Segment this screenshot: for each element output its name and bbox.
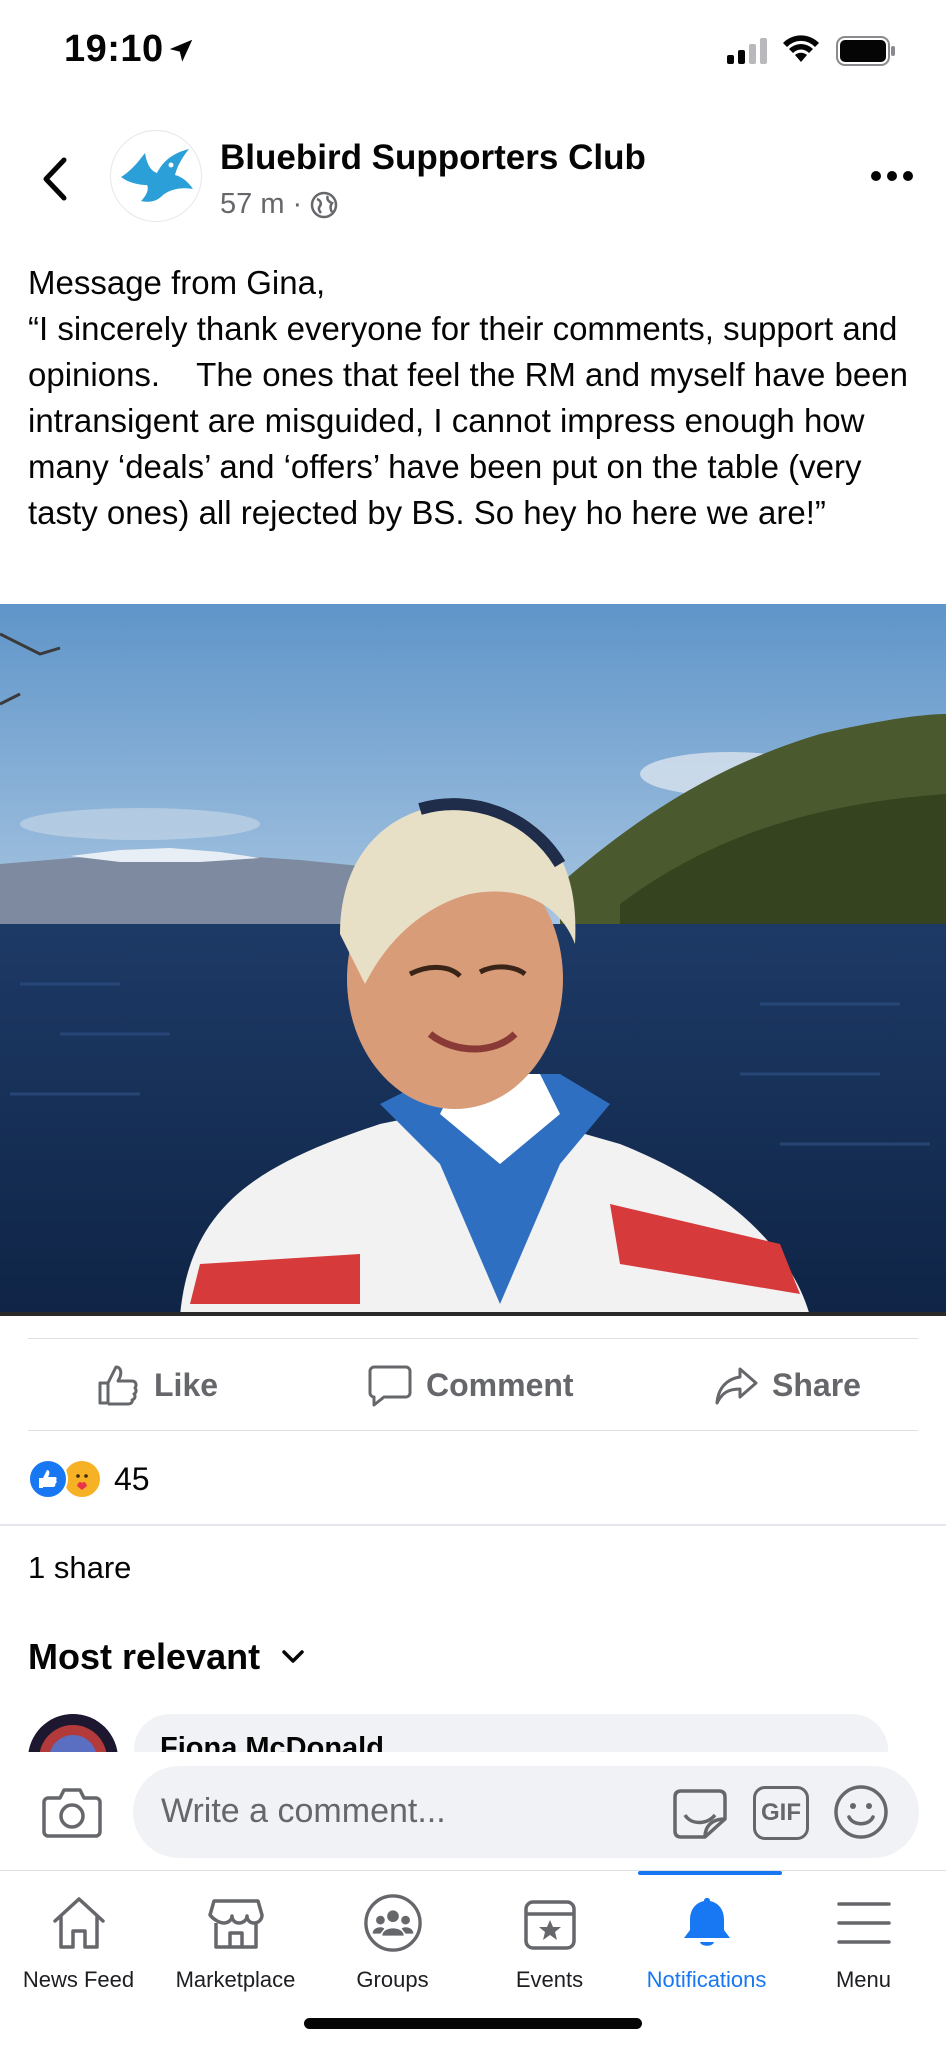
nav-marketplace[interactable]: Marketplace [157,1871,314,2001]
hamburger-icon [836,1902,891,1944]
wifi-icon [783,35,819,62]
thumbs-up-icon [98,1365,138,1406]
page-avatar[interactable] [110,130,202,222]
comment-input[interactable]: Write a comment... GIF [133,1766,919,1858]
home-icon [52,1897,105,1949]
post-time[interactable]: 57 m [220,188,284,221]
more-options-icon[interactable] [870,166,914,186]
share-count[interactable]: 1 share [28,1550,131,1586]
like-label: Like [154,1366,219,1403]
comment-placeholder: Write a comment... [161,1792,446,1830]
page-name[interactable]: Bluebird Supporters Club [220,138,646,178]
cellular-signal-icon [727,38,767,64]
chevron-down-icon [282,1650,304,1663]
events-icon [523,1900,576,1950]
like-reaction-icon [28,1459,68,1499]
status-time: 19:10 [64,28,164,70]
nav-news-feed[interactable]: News Feed [0,1871,157,2001]
like-button[interactable]: Like [96,1360,218,1410]
gif-label: GIF [761,1799,801,1826]
meta-separator: · [292,188,303,220]
bluebird-logo-icon [121,149,193,202]
share-label: Share [772,1366,861,1403]
reactions-divider [0,1524,946,1526]
nav-label: Groups [356,1967,429,1992]
post-photo[interactable] [0,604,946,1316]
comment-sort-label: Most relevant [28,1636,261,1677]
nav-label: Events [515,1967,584,1992]
reaction-count: 45 [114,1460,150,1497]
divider-bottom [28,1430,918,1431]
bell-icon [683,1898,730,1946]
comment-button[interactable]: Comment [368,1360,574,1410]
groups-icon [363,1894,422,1952]
post-header: Bluebird Supporters Club 57 m · [0,120,946,235]
marketplace-icon [207,1899,264,1949]
battery-icon [836,36,895,66]
comment-bubble-icon [368,1365,412,1407]
location-arrow-icon [169,39,193,62]
gif-button[interactable]: GIF [753,1786,809,1840]
home-indicator[interactable] [304,2018,642,2029]
post-actions: Like Comment Share [0,1340,946,1430]
reactions-summary[interactable]: 45 [28,1456,150,1502]
post-meta: 57 m · [220,188,338,221]
status-bar: 19:10 [0,0,946,105]
back-chevron-icon[interactable] [36,154,76,204]
share-arrow-icon [715,1367,758,1405]
nav-label: Marketplace [175,1967,296,1992]
comment-label: Comment [426,1366,574,1403]
nav-notifications[interactable]: Notifications [628,1871,785,2001]
photo-illustration [0,604,946,1312]
nav-groups[interactable]: Groups [314,1871,471,2001]
comment-sort-dropdown[interactable]: Most relevant [28,1636,306,1678]
camera-icon[interactable] [42,1784,102,1838]
globe-icon [310,191,338,218]
nav-label: Notifications [646,1967,767,1992]
sticker-icon[interactable] [671,1785,729,1841]
nav-label: News Feed [22,1967,135,1992]
comment-composer: Write a comment... GIF [0,1752,946,1870]
emoji-icon[interactable] [833,1784,889,1840]
nav-label: Menu [835,1967,892,1992]
nav-menu[interactable]: Menu [785,1871,942,2001]
post-text: Message from Gina, “I sincerely thank ev… [28,264,908,531]
share-button[interactable]: Share [714,1360,861,1410]
divider-top [28,1338,918,1339]
care-reaction-icon [62,1459,102,1499]
nav-events[interactable]: Events [471,1871,628,2001]
